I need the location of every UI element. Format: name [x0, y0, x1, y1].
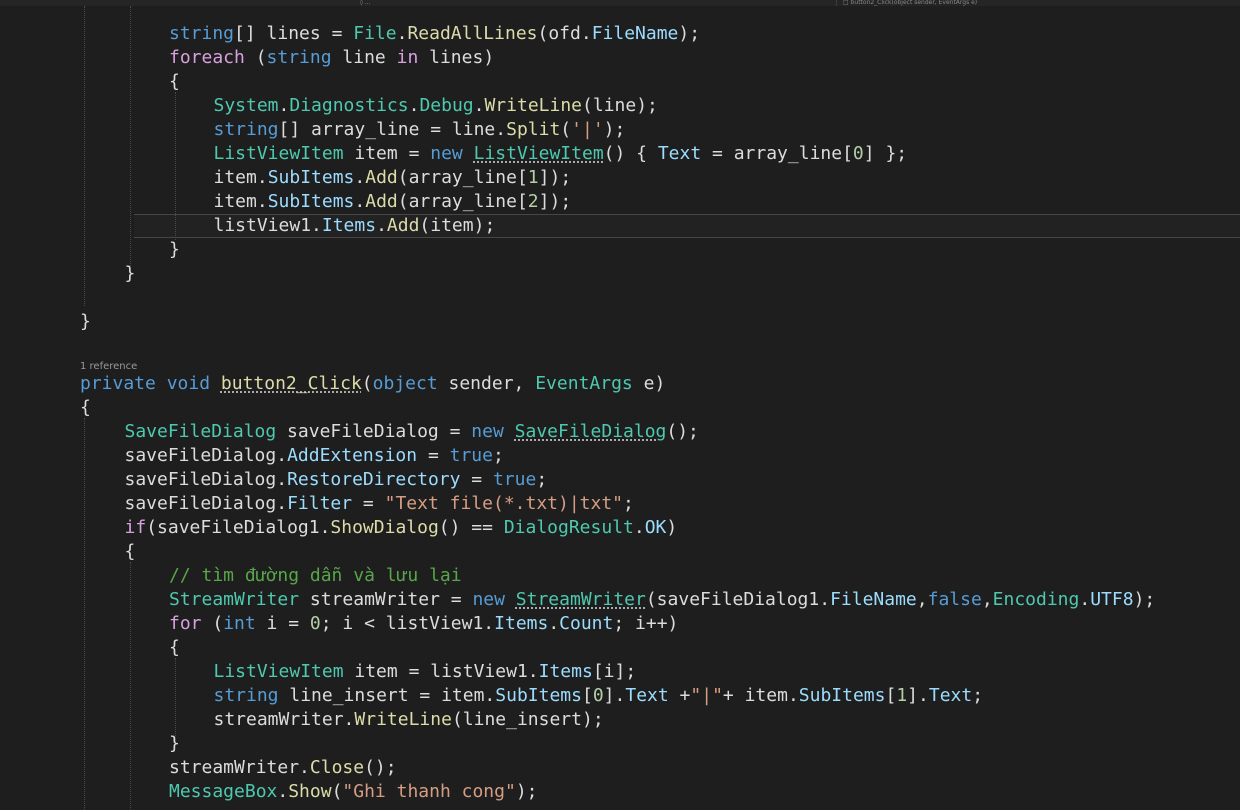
code-line[interactable]: {	[169, 70, 180, 94]
code-line[interactable]: for (int i = 0; i < listView1.Items.Coun…	[169, 612, 678, 636]
indent-guide	[175, 92, 176, 240]
code-line[interactable]: SaveFileDialog saveFileDialog = new Save…	[125, 420, 699, 444]
code-line[interactable]: ListViewItem item = new ListViewItem() {…	[214, 142, 908, 166]
code-line[interactable]: }	[125, 262, 136, 286]
code-line[interactable]: private void button2_Click(object sender…	[80, 372, 665, 396]
indent-guide	[84, 418, 85, 810]
code-line[interactable]: saveFileDialog.AddExtension = true;	[125, 444, 504, 468]
code-line[interactable]: {	[169, 636, 180, 660]
code-line[interactable]: streamWriter.Close();	[169, 756, 397, 780]
code-line[interactable]: System.Diagnostics.Debug.WriteLine(line)…	[214, 94, 658, 118]
code-line[interactable]: string[] lines = File.ReadAllLines(ofd.F…	[169, 22, 700, 46]
code-line[interactable]: string[] array_line = line.Split('|');	[214, 118, 626, 142]
code-editor[interactable]: 1 reference string[] lines = File.ReadAl…	[0, 6, 1240, 810]
code-line[interactable]: }	[169, 732, 180, 756]
code-line[interactable]: StreamWriter streamWriter = new StreamWr…	[169, 588, 1155, 612]
code-line[interactable]: // tìm đường dẫn và lưu lại	[169, 564, 462, 588]
code-line[interactable]: streamWriter.WriteLine(line_insert);	[214, 708, 604, 732]
indent-guide	[130, 6, 131, 266]
code-line[interactable]: ListViewItem item = listView1.Items[i];	[214, 660, 637, 684]
indent-guide	[130, 562, 131, 810]
code-line[interactable]: listView1.Items.Add(item);	[133, 214, 1240, 238]
code-line[interactable]: item.SubItems.Add(array_line[1]);	[214, 166, 572, 190]
code-line[interactable]: {	[80, 396, 91, 420]
code-line[interactable]: }	[80, 310, 91, 334]
code-line[interactable]: foreach (string line in lines)	[169, 46, 494, 70]
code-line[interactable]: saveFileDialog.Filter = "Text file(*.txt…	[125, 492, 634, 516]
code-line[interactable]: item.SubItems.Add(array_line[2]);	[214, 190, 572, 214]
code-line[interactable]: saveFileDialog.RestoreDirectory = true;	[125, 468, 548, 492]
indent-guide	[84, 6, 85, 306]
code-line[interactable]: }	[169, 238, 180, 262]
code-line[interactable]: {	[125, 540, 136, 564]
code-line[interactable]: if(saveFileDialog1.ShowDialog() == Dialo…	[125, 516, 678, 540]
code-line[interactable]: MessageBox.Show("Ghi thanh cong");	[169, 780, 538, 804]
code-line[interactable]: string line_insert = item.SubItems[0].Te…	[214, 684, 984, 708]
